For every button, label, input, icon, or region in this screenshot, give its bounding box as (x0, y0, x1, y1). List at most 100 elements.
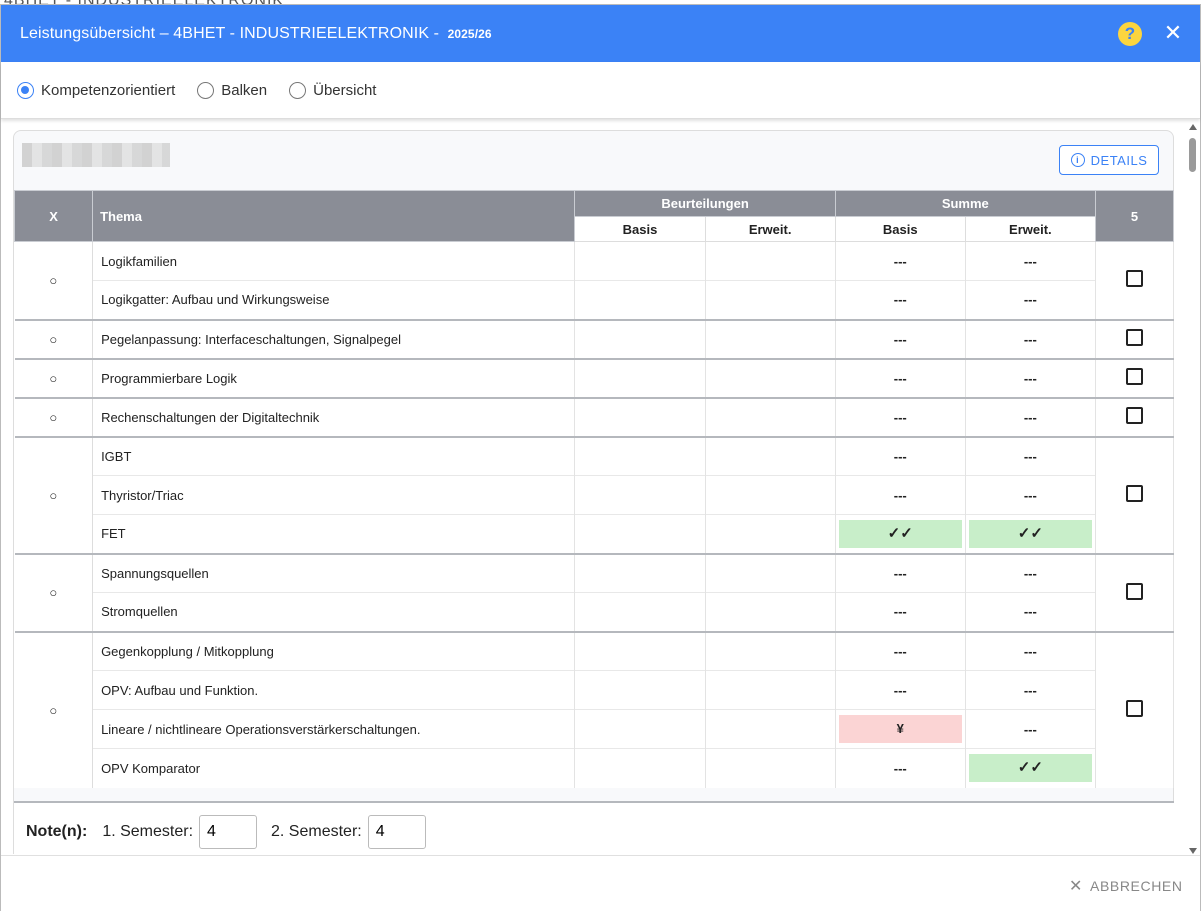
grade-checkbox-cell (1095, 318, 1175, 359)
table-row: Stromquellen --- --- (15, 592, 1174, 632)
beurteilung-erweit-cell (705, 318, 836, 359)
dialog-title-year: 2025/26 (447, 26, 492, 41)
col-grade-header[interactable]: 5 (1094, 190, 1175, 242)
grade-checkbox-cell (1095, 435, 1175, 554)
summe-erweit-cell: --- (965, 630, 1096, 671)
sem1-grade-input[interactable] (199, 815, 258, 849)
dialog-title-text: Leistungsübersicht – 4BHET - INDUSTRIEEL… (20, 24, 440, 42)
beurteilung-erweit-cell (705, 709, 836, 749)
topic-name: Logikfamilien (92, 241, 576, 281)
col-x-header[interactable]: X (13, 190, 94, 242)
competence-table: X Thema Beurteilungen Summe 5 Basis Erwe… (13, 190, 1175, 788)
beurteilung-basis-cell (574, 435, 706, 476)
table-row: OPV Komparator --- ✓✓ (15, 748, 1174, 788)
sem2-label: 2. Semester: (271, 823, 362, 840)
grade-checkbox[interactable] (1125, 485, 1143, 502)
col-thema-header[interactable]: Thema (92, 190, 576, 242)
radio-label: Übersicht (313, 81, 377, 99)
summe-erweit-cell: --- (965, 241, 1096, 281)
sem1-label: 1. Semester: (102, 823, 194, 840)
content-area: i DETAILS X Thema Beurteilungen Summe 5 … (1, 120, 1200, 854)
scroll-up-icon[interactable] (1189, 124, 1197, 130)
summe-basis-cell: --- (835, 241, 966, 281)
col-beurteilungen-header: Beurteilungen (574, 190, 836, 217)
summe-basis-cell: --- (835, 475, 966, 515)
group-marker: ○ (14, 396, 94, 437)
grade-checkbox[interactable] (1125, 407, 1143, 424)
summe-basis-cell: --- (835, 357, 966, 398)
summe-basis-cell: ✓✓ (835, 514, 966, 554)
topic-name: Pegelanpassung: Interfaceschaltungen, Si… (92, 318, 576, 359)
topic-name: Logikgatter: Aufbau und Wirkungsweise (92, 280, 576, 320)
scrollbar-thumb[interactable] (1189, 138, 1196, 172)
vertical-scrollbar[interactable] (1185, 122, 1200, 857)
beurteilung-erweit-cell (705, 357, 836, 398)
topic-name: Rechenschaltungen der Digitaltechnik (92, 396, 576, 437)
radio-dot[interactable] (289, 81, 307, 99)
summe-erweit-cell-value: ✓✓ (968, 519, 1092, 548)
beurteilung-erweit-cell (705, 670, 836, 710)
beurteilung-erweit-cell (705, 475, 836, 515)
grade-checkbox[interactable] (1125, 700, 1143, 717)
beurteilung-basis-cell (574, 514, 706, 554)
beurteilung-erweit-cell (705, 514, 836, 554)
radio-kompetenzorientiert[interactable]: Kompetenzorientiert (17, 81, 175, 99)
scroll-down-icon[interactable] (1189, 848, 1197, 854)
table-row: ○ Pegelanpassung: Interfaceschaltungen, S… (14, 318, 1175, 359)
table-row: FET ✓✓ ✓✓ (15, 514, 1174, 554)
grade-checkbox[interactable] (1125, 329, 1143, 346)
radio-label: Balken (221, 81, 268, 99)
radio-dot-selected[interactable] (17, 81, 34, 99)
beurteilung-basis-cell (574, 630, 706, 671)
topic-name: OPV Komparator (92, 748, 576, 788)
grade-checkbox[interactable] (1125, 368, 1143, 385)
sem2-grade-input[interactable] (367, 815, 426, 849)
summe-basis-cell-value: ✓✓ (838, 519, 962, 548)
student-name-blurred (22, 143, 170, 167)
radio-uebersicht[interactable]: Übersicht (289, 81, 377, 99)
table-row: ○ Rechenschaltungen der Digitaltechnik ---… (14, 396, 1175, 437)
summe-basis-cell: --- (835, 280, 966, 320)
group-marker: ○ (14, 357, 94, 398)
table-row: ○ IGBT --- --- (14, 435, 1175, 554)
close-icon: ✕ (1069, 878, 1084, 895)
grade-checkbox[interactable] (1125, 270, 1143, 288)
grade-checkbox-cell (1095, 396, 1175, 437)
grade-checkbox[interactable] (1125, 582, 1143, 600)
student-card: i DETAILS X Thema Beurteilungen Summe 5 … (13, 130, 1175, 854)
summe-erweit-cell: --- (965, 709, 1096, 749)
table-row: ○ Gegenkopplung / Mitkopplung --- --- (14, 630, 1175, 788)
summe-erweit-cell-value: ✓✓ (968, 754, 1092, 783)
beurteilung-erweit-cell (705, 552, 836, 593)
summe-erweit-cell: --- (965, 357, 1096, 398)
beurteilung-basis-cell (574, 552, 706, 593)
dialog-footer: ✕ ABBRECHEN (1, 855, 1200, 911)
close-icon[interactable]: ✕ (1163, 20, 1183, 45)
topic-name: Stromquellen (92, 592, 576, 632)
cancel-button[interactable]: ✕ ABBRECHEN (1069, 876, 1183, 896)
summe-erweit-cell: ✓✓ (965, 514, 1096, 554)
grades-row: Note(n): 1. Semester: 2. Semester: (14, 801, 1174, 854)
table-row: Logikgatter: Aufbau und Wirkungsweise ---… (15, 280, 1174, 320)
table-row: Lineare / nichtlineare Operationsverstär… (15, 709, 1174, 749)
details-label: DETAILS (1090, 152, 1148, 168)
radio-dot[interactable] (197, 81, 215, 99)
beurteilung-basis-cell (574, 592, 706, 632)
group-marker: ○ (14, 318, 94, 359)
topic-name: Lineare / nichtlineare Operationsverstär… (92, 709, 576, 749)
beurteilung-basis-cell (574, 318, 706, 359)
beurteilung-basis-cell (574, 748, 706, 788)
notes-label: Note(n): (26, 823, 88, 840)
group-marker: ○ (14, 552, 94, 632)
details-button[interactable]: i DETAILS (1059, 145, 1159, 175)
summe-erweit-cell: --- (965, 396, 1096, 437)
beurteilung-erweit-cell (705, 435, 836, 476)
beurteilung-erweit-cell (705, 748, 836, 788)
topic-name: Spannungsquellen (92, 552, 576, 593)
radio-balken[interactable]: Balken (197, 81, 268, 99)
beurteilung-erweit-cell (705, 396, 836, 437)
summe-basis-cell: --- (835, 670, 966, 710)
grade-checkbox-cell (1095, 630, 1175, 788)
summe-basis-cell: --- (835, 552, 966, 593)
help-icon[interactable]: ? (1118, 22, 1142, 46)
